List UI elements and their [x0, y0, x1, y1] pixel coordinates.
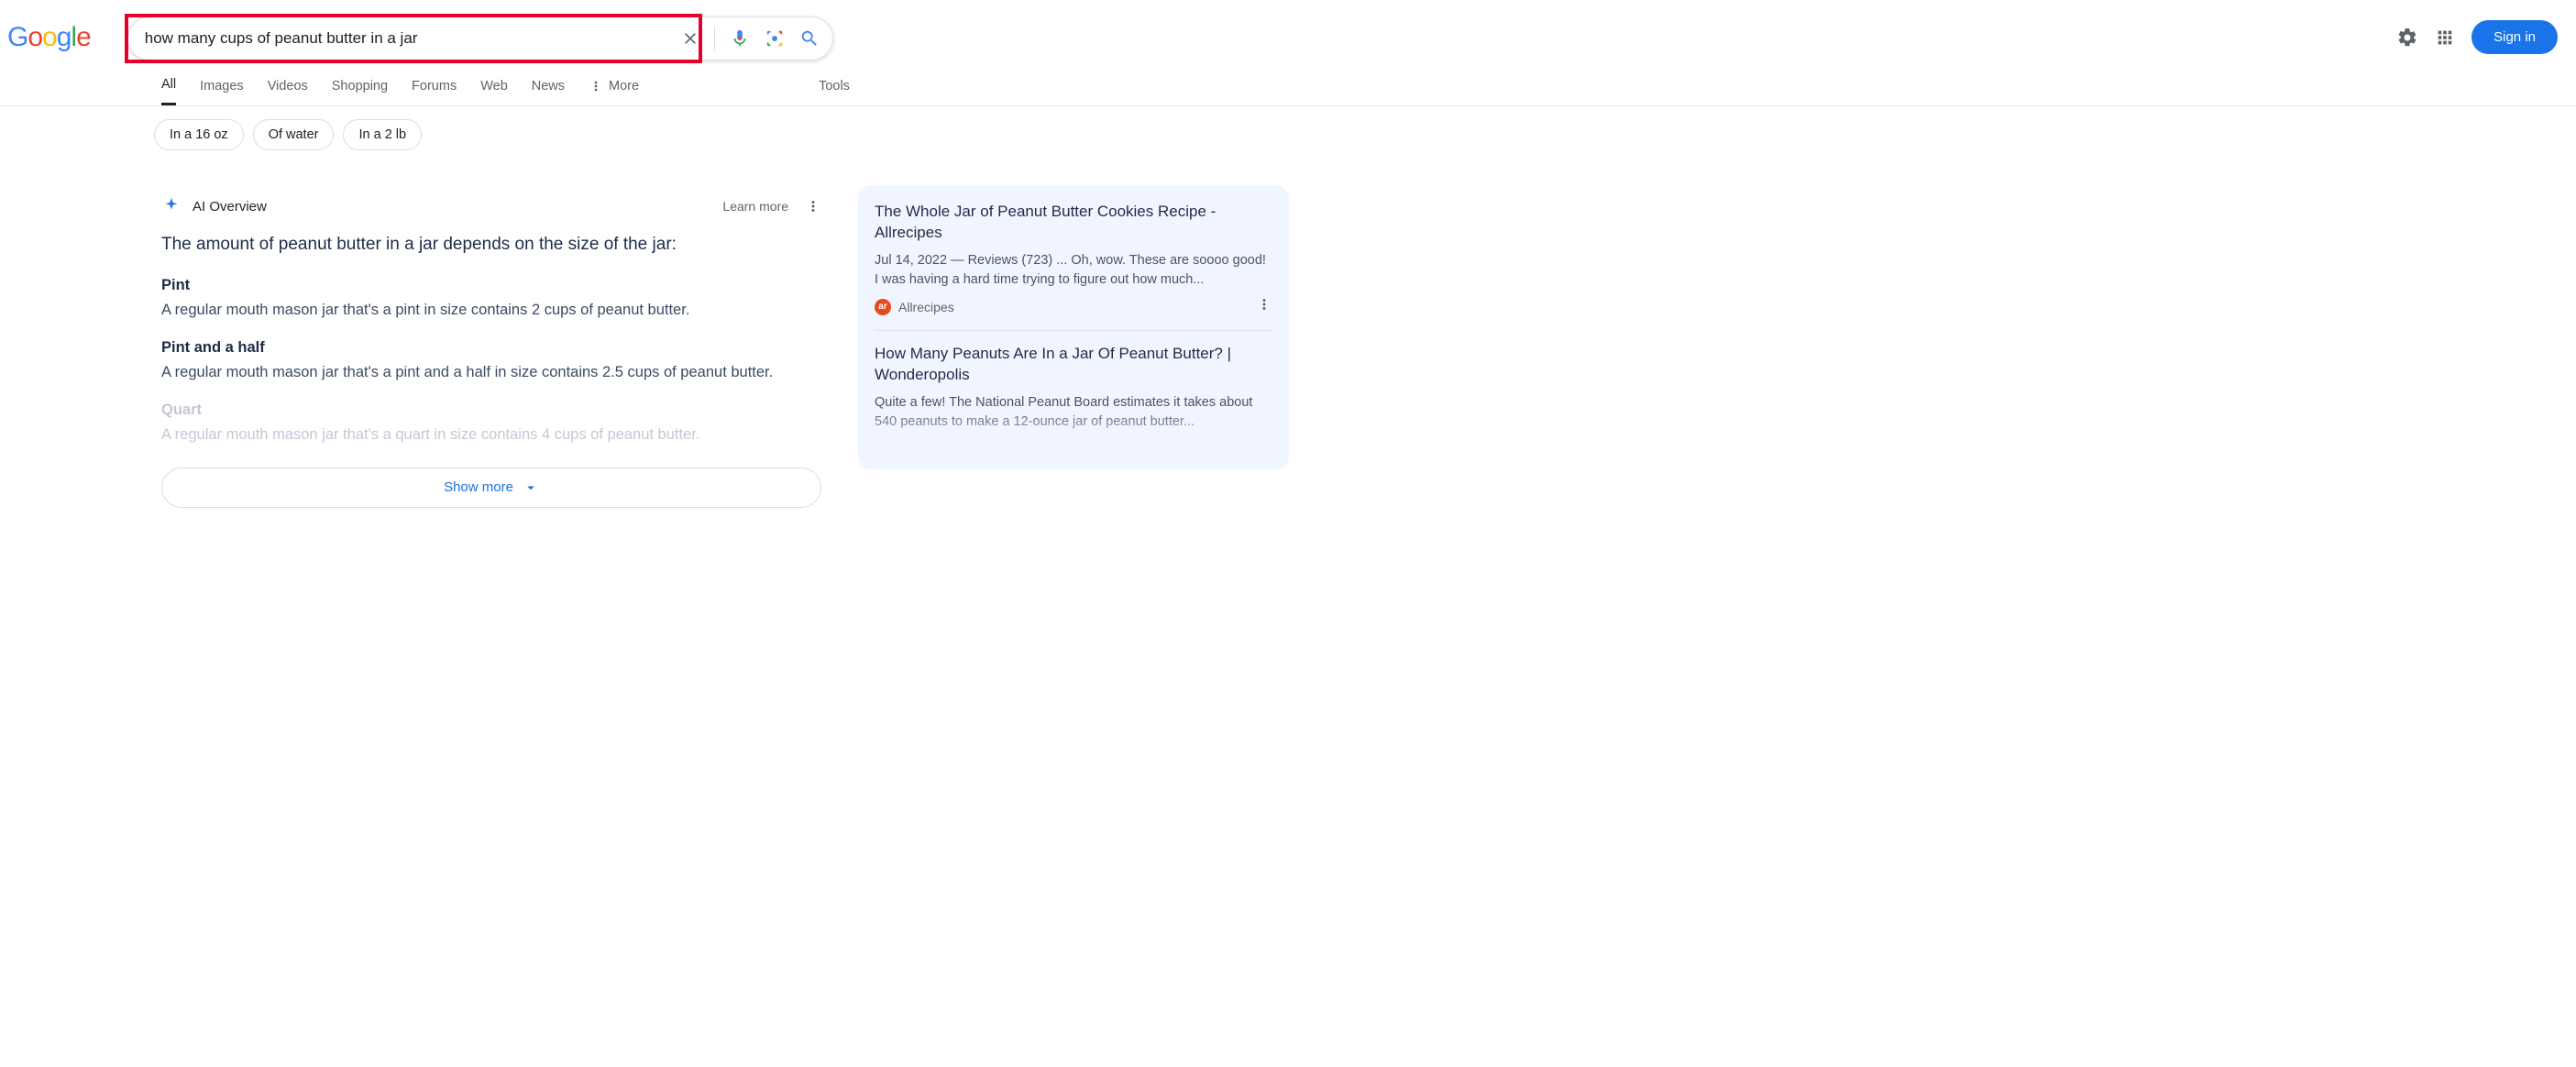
source-menu-icon[interactable]	[1256, 296, 1272, 317]
section-title-pint-half: Pint and a half	[161, 339, 821, 357]
section-title-pint: Pint	[161, 277, 821, 294]
show-more-label: Show more	[444, 479, 513, 495]
separator	[714, 27, 715, 50]
source-card[interactable]: How Many Peanuts Are In a Jar Of Peanut …	[875, 344, 1272, 456]
section-title-quart: Quart	[161, 402, 821, 419]
ai-summary: The amount of peanut butter in a jar dep…	[161, 233, 821, 257]
source-favicon: ar	[875, 299, 891, 315]
tab-news[interactable]: News	[532, 79, 565, 104]
chips-row: In a 16 oz Of water In a 2 lb	[0, 106, 2576, 150]
lens-icon[interactable]	[765, 28, 785, 49]
source-title: The Whole Jar of Peanut Butter Cookies R…	[875, 202, 1272, 244]
mic-icon[interactable]	[730, 28, 750, 49]
sparkle-icon	[161, 196, 182, 216]
tab-videos[interactable]: Videos	[268, 79, 308, 104]
section-body-quart: A regular mouth mason jar that's a quart…	[161, 424, 821, 446]
apps-icon[interactable]	[2435, 28, 2455, 48]
tab-forums[interactable]: Forums	[412, 79, 457, 104]
search-input[interactable]	[128, 29, 681, 48]
signin-button[interactable]: Sign in	[2471, 20, 2558, 54]
source-name: Allrecipes	[898, 300, 954, 314]
section-body-pint: A regular mouth mason jar that's a pint …	[161, 300, 821, 321]
tab-images[interactable]: Images	[200, 79, 244, 104]
chip-water[interactable]: Of water	[253, 119, 335, 150]
settings-icon[interactable]	[2396, 27, 2418, 49]
more-label: More	[609, 79, 639, 94]
google-logo[interactable]: Google	[7, 16, 91, 53]
tools-button[interactable]: Tools	[819, 79, 850, 104]
tab-web[interactable]: Web	[480, 79, 508, 104]
tab-all[interactable]: All	[161, 77, 176, 105]
tabs-row: All Images Videos Shopping Forums Web Ne…	[0, 60, 2576, 106]
search-icon[interactable]	[799, 28, 820, 49]
chip-16oz[interactable]: In a 16 oz	[154, 119, 244, 150]
source-card[interactable]: The Whole Jar of Peanut Butter Cookies R…	[875, 202, 1272, 331]
chip-2lb[interactable]: In a 2 lb	[343, 119, 422, 150]
learn-more-link[interactable]: Learn more	[722, 199, 788, 214]
source-title: How Many Peanuts Are In a Jar Of Peanut …	[875, 344, 1272, 386]
section-body-pint-half: A regular mouth mason jar that's a pint …	[161, 362, 821, 383]
clear-icon[interactable]	[681, 29, 699, 48]
ai-overview-label: AI Overview	[193, 199, 267, 214]
tab-shopping[interactable]: Shopping	[332, 79, 388, 104]
chevron-down-icon	[523, 479, 539, 496]
search-bar	[127, 16, 833, 60]
source-snippet: Quite a few! The National Peanut Board e…	[875, 393, 1272, 432]
show-more-button[interactable]: Show more	[161, 468, 821, 508]
ai-menu-icon[interactable]	[805, 198, 821, 214]
more-vert-icon	[589, 79, 603, 94]
tab-more[interactable]: More	[589, 79, 639, 104]
source-snippet: Jul 14, 2022 — Reviews (723) ... Oh, wow…	[875, 251, 1272, 290]
sources-panel: The Whole Jar of Peanut Butter Cookies R…	[858, 185, 1289, 469]
